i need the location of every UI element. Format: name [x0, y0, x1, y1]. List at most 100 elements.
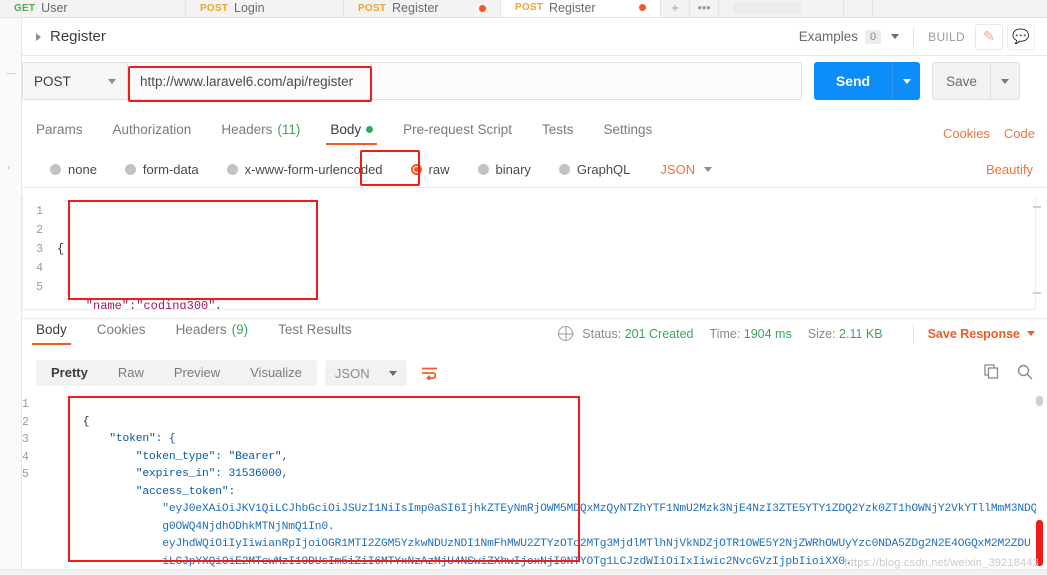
code-link[interactable]: Code	[1004, 126, 1035, 141]
body-type-label: form-data	[142, 162, 199, 177]
request-tab-label: User	[41, 1, 68, 15]
url-input[interactable]	[128, 63, 801, 99]
view-raw[interactable]: Raw	[103, 360, 159, 386]
tab-headers[interactable]: Headers (11)	[221, 122, 300, 145]
request-tab-0[interactable]: GET User	[0, 0, 186, 17]
copy-icon	[984, 364, 999, 379]
body-format-select[interactable]: JSON	[660, 162, 713, 177]
line-number: 5	[36, 281, 43, 294]
time-value: 1904 ms	[743, 326, 792, 341]
request-body-code[interactable]: { "name":"coding300", "email":"coding30@…	[49, 196, 1035, 309]
request-tab-2[interactable]: POST Register	[344, 0, 501, 17]
request-body-editor[interactable]: 1 2 3 4 5 { "name":"coding300", "email":…	[22, 196, 1036, 310]
request-tab-strip: GET User POST Login POST Register POST R…	[0, 0, 1047, 18]
examples-chevron-down-icon[interactable]	[891, 34, 900, 39]
line-number: 2	[36, 224, 43, 237]
http-method-select[interactable]: POST	[23, 63, 128, 99]
body-format-value: JSON	[660, 162, 696, 177]
divider	[912, 324, 914, 343]
edit-request-button[interactable]: ✎	[975, 23, 1003, 50]
tab-label: Body	[36, 322, 67, 337]
body-type-none[interactable]: none	[50, 162, 97, 177]
tab-authorization[interactable]: Authorization	[113, 122, 192, 145]
method-chevron-down-icon	[108, 78, 116, 84]
env-settings-button[interactable]	[844, 0, 873, 17]
editor-scrollbar-bottom[interactable]	[1033, 292, 1041, 294]
comments-button[interactable]: 💬	[1007, 23, 1035, 50]
tab-body[interactable]: Body	[326, 122, 377, 145]
body-type-graphql[interactable]: GraphQL	[558, 162, 631, 177]
body-type-raw[interactable]: raw	[410, 162, 450, 177]
response-scrollbar-thumb-top[interactable]	[1036, 396, 1043, 406]
line-number: 1	[36, 205, 43, 218]
save-button[interactable]: Save	[932, 62, 990, 100]
response-toolbar: Pretty Raw Preview Visualize JSON	[22, 356, 1047, 390]
rail-divider	[6, 73, 16, 74]
request-tab-1[interactable]: POST Login	[186, 0, 344, 17]
response-format-select[interactable]: JSON	[324, 360, 407, 386]
method-url-group: POST	[22, 62, 802, 100]
response-format-value: JSON	[334, 365, 370, 381]
code-line: iLCJpYXQiOiE2MTcwMzI1ODUsIm5iZiI6MTYxNzA…	[82, 555, 852, 568]
environment-selector[interactable]	[719, 0, 815, 17]
code-line: "expires_in": 31536000,	[82, 468, 289, 480]
view-visualize[interactable]: Visualize	[235, 360, 317, 386]
more-tabs-button[interactable]: •••	[690, 0, 719, 17]
response-tab-body[interactable]: Body	[32, 322, 71, 345]
code-line: "name":"coding300",	[57, 299, 223, 310]
copy-button[interactable]	[984, 364, 999, 382]
response-meta: Status: 201 Created Time: 1904 ms Size: …	[558, 324, 1047, 343]
tab-params[interactable]: Params	[36, 122, 83, 145]
body-type-form-data[interactable]: form-data	[124, 162, 199, 177]
tab-tests[interactable]: Tests	[542, 122, 574, 145]
response-toolbar-actions	[984, 364, 1047, 383]
request-tab-label: Login	[234, 1, 265, 15]
tab-settings[interactable]: Settings	[603, 122, 652, 145]
expand-triangle-icon[interactable]	[36, 32, 41, 41]
beautify-button[interactable]: Beautify	[986, 162, 1047, 177]
body-type-binary[interactable]: binary	[477, 162, 531, 177]
save-options-button[interactable]	[990, 62, 1020, 100]
code-line: {	[57, 242, 65, 256]
search-button[interactable]	[1017, 364, 1033, 383]
size-value: 2.11 KB	[839, 326, 883, 341]
request-tab-label: Register	[549, 0, 596, 15]
rail-chevron-icon[interactable]: ›	[7, 162, 10, 172]
view-preview[interactable]: Preview	[159, 360, 235, 386]
tab-label: Tests	[541, 121, 574, 137]
body-type-label: none	[68, 162, 97, 177]
send-button[interactable]: Send	[814, 62, 892, 100]
watermark-text: https://blog.csdn.net/weixin_39218443	[844, 557, 1039, 569]
send-options-button[interactable]	[892, 62, 920, 100]
comment-icon: 💬	[1012, 28, 1030, 44]
response-section-tabs: Body Cookies Headers (9) Test Results St…	[22, 318, 1047, 348]
response-tab-headers[interactable]: Headers (9)	[176, 322, 249, 345]
code-line: eyJhdWQiOiIyIiwianRpIjoiOGR1MTI2ZGM5Yzkw…	[82, 538, 1031, 550]
view-pretty[interactable]: Pretty	[36, 360, 103, 386]
env-quicklook-button[interactable]	[815, 0, 844, 17]
status-bar	[0, 569, 1047, 575]
response-tab-test-results[interactable]: Test Results	[278, 322, 352, 345]
tab-label: Headers	[175, 322, 227, 337]
save-response-chevron-down-icon	[1027, 331, 1035, 336]
status-badge: 201 Created	[624, 326, 694, 341]
body-type-label: GraphQL	[576, 162, 631, 177]
line-number: 3	[36, 243, 43, 256]
response-body-viewer[interactable]: 1 2 3 4 5 { "token": { "token_type": "Be…	[22, 392, 1036, 572]
response-tab-cookies[interactable]: Cookies	[97, 322, 146, 345]
request-tab-3[interactable]: POST Register	[501, 0, 661, 17]
editor-scrollbar-top[interactable]	[1033, 206, 1041, 208]
save-response-label: Save Response	[927, 326, 1020, 341]
http-method-value: POST	[34, 73, 71, 89]
time-group: Time: 1904 ms	[710, 327, 792, 341]
wrap-lines-button[interactable]	[417, 360, 443, 386]
response-view-group: Pretty Raw Preview Visualize	[36, 360, 317, 386]
build-label[interactable]: BUILD	[928, 30, 965, 44]
body-type-urlencoded[interactable]: x-www-form-urlencoded	[226, 162, 383, 177]
cookies-link[interactable]: Cookies	[943, 126, 990, 141]
new-tab-button[interactable]: +	[661, 0, 690, 17]
line-number: 3	[22, 433, 29, 446]
save-response-button[interactable]: Save Response	[928, 327, 1035, 341]
request-tab-method: GET	[14, 2, 36, 14]
tab-pre-request-script[interactable]: Pre-request Script	[403, 122, 512, 145]
